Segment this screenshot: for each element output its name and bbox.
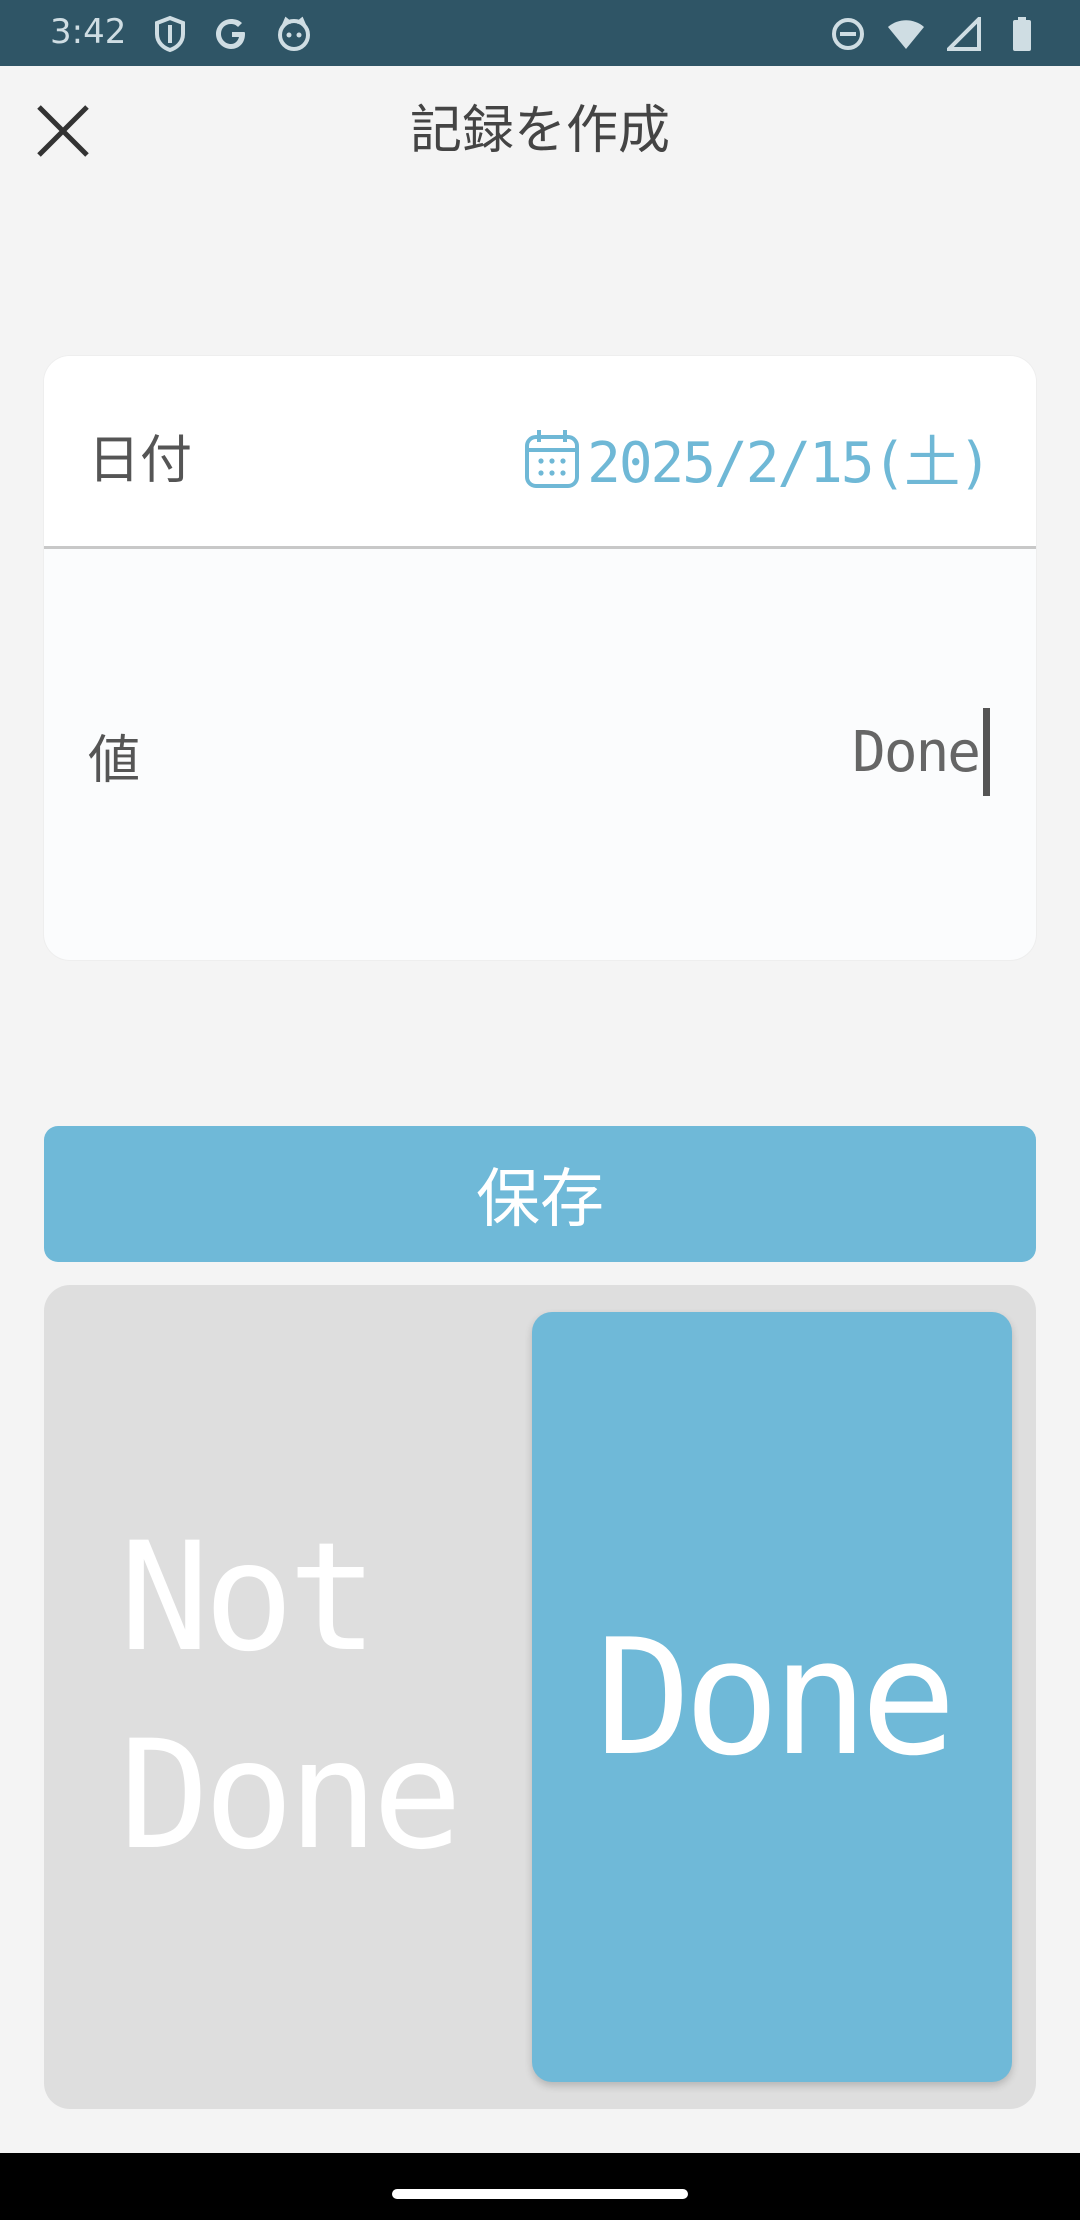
save-button[interactable]: 保存	[44, 1126, 1036, 1262]
wifi-icon	[886, 14, 926, 54]
not-done-label-line2: Done	[119, 1709, 462, 1883]
value-input[interactable]: Done	[852, 708, 990, 796]
dnd-icon	[828, 14, 868, 54]
page-title: 記録を作成	[409, 101, 670, 161]
calendar-icon	[525, 429, 580, 488]
status-bar: 3:42	[0, 0, 1080, 66]
battery-icon	[1002, 14, 1042, 54]
home-handle[interactable]	[392, 2189, 688, 2199]
record-form-card: 日付 2025/2/15(土) 値 Done	[44, 356, 1036, 960]
done-option[interactable]: Done	[532, 1312, 1012, 2082]
text-caret	[983, 708, 990, 796]
not-done-option[interactable]: Not Done	[44, 1285, 532, 2109]
app-bar: 記録を作成	[0, 66, 1080, 194]
date-label: 日付	[88, 431, 193, 491]
not-done-label-line1: Not	[119, 1511, 378, 1685]
done-toggle: Not Done Done	[44, 1285, 1036, 2109]
value-label: 値	[88, 731, 141, 791]
status-time: 3:42	[50, 12, 127, 52]
value-input-text: Done	[852, 719, 981, 785]
status-icons-right	[828, 14, 1042, 54]
google-icon	[212, 14, 252, 54]
date-value: 2025/2/15(土)	[587, 431, 992, 496]
done-label: Done	[595, 1603, 956, 1791]
date-row: 日付 2025/2/15(土)	[44, 356, 1036, 549]
status-icons-left	[150, 14, 314, 54]
navigation-bar	[0, 2153, 1080, 2220]
date-picker[interactable]: 2025/2/15(土)	[523, 418, 992, 499]
cat-icon	[274, 14, 314, 54]
shield-icon	[150, 14, 190, 54]
signal-icon	[944, 14, 984, 54]
